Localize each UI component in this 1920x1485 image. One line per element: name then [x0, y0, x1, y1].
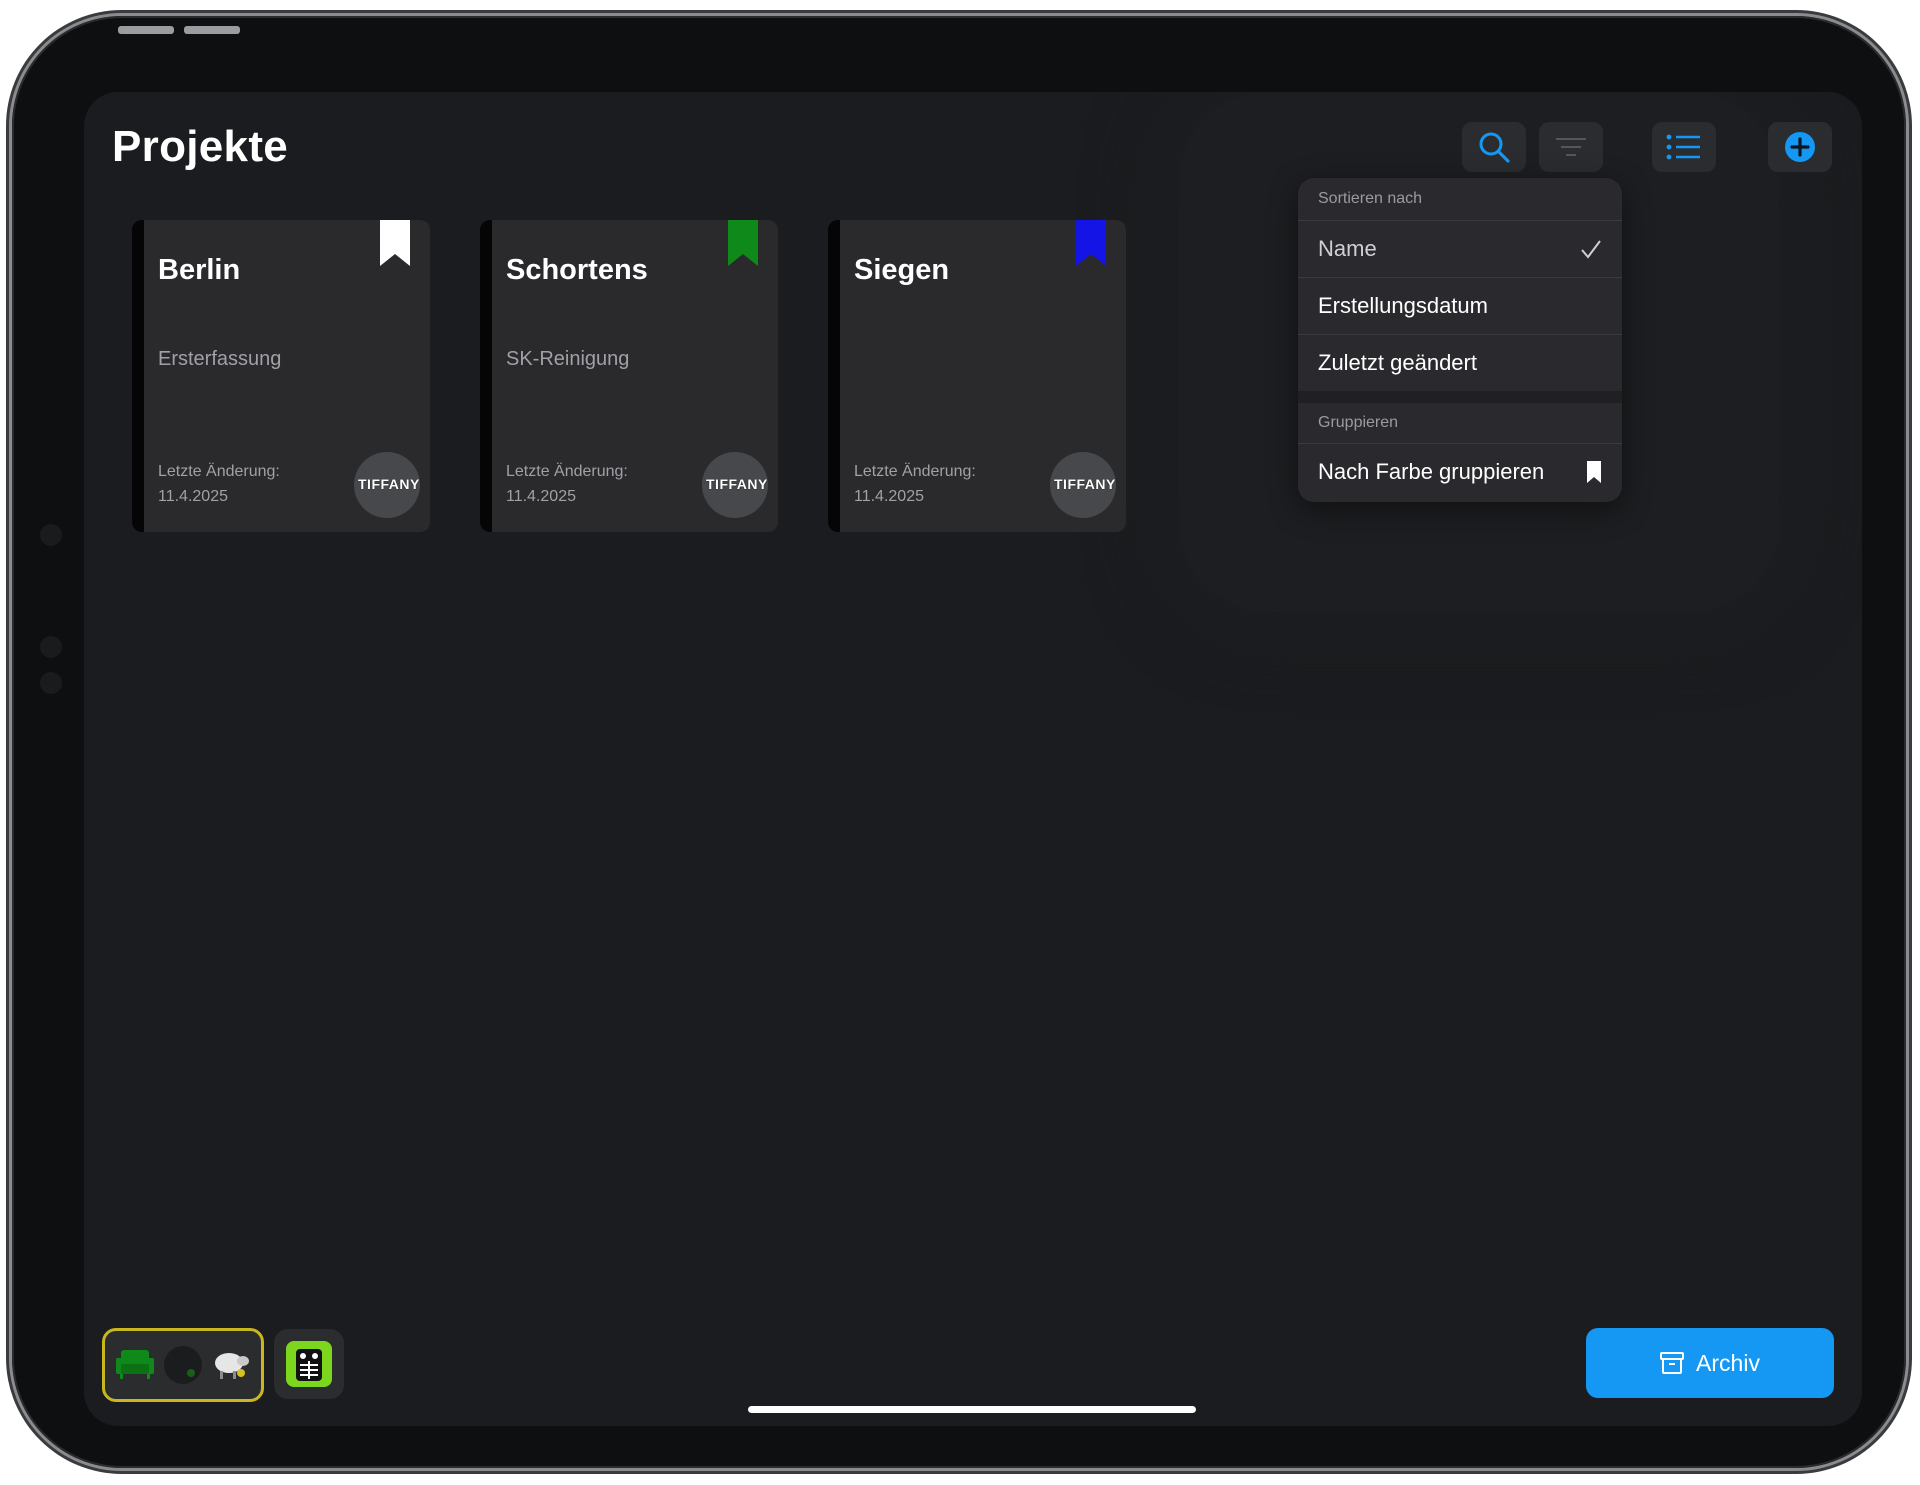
sort-menu: Sortieren nach Name Erstellungsdatum Zul… [1298, 178, 1622, 502]
menu-divider [1298, 391, 1622, 403]
modified-date: 11.4.2025 [158, 488, 228, 505]
sort-lines-icon [1556, 138, 1586, 156]
app-icon[interactable] [274, 1329, 344, 1399]
green-sofa-icon [116, 1350, 154, 1379]
ipad-frame: Projekte Berlin Ersterfassung Letzte Änd… [12, 16, 1906, 1468]
app-screen: Projekte Berlin Ersterfassung Letzte Änd… [84, 92, 1862, 1426]
plus-circle-icon [1785, 132, 1815, 162]
sort-option-modified[interactable]: Zuletzt geändert [1298, 334, 1622, 391]
modified-label: Letzte Änderung: [506, 463, 628, 480]
sheep-icon [215, 1353, 249, 1379]
tiffany-logo: TIFFANY [702, 452, 768, 518]
search-icon [1479, 132, 1510, 163]
dark-circle-icon [164, 1346, 202, 1384]
bookmark-icon [1076, 220, 1106, 266]
bookmark-icon [728, 220, 758, 266]
project-card-berlin[interactable]: Berlin Ersterfassung Letzte Änderung: 11… [132, 220, 430, 532]
home-indicator[interactable] [748, 1406, 1196, 1413]
archive-button[interactable]: Archiv [1586, 1328, 1834, 1398]
modified-date: 11.4.2025 [506, 488, 576, 505]
modified-label: Letzte Änderung: [854, 463, 976, 480]
tiffany-logo: TIFFANY [354, 452, 420, 518]
checkmark-icon [1581, 240, 1601, 259]
modified-date: 11.4.2025 [854, 488, 924, 505]
group-by-color-option[interactable]: Nach Farbe gruppieren [1298, 443, 1622, 500]
volume-button [118, 26, 174, 34]
sort-header: Sortieren nach [1318, 190, 1423, 207]
archive-label: Archiv [1696, 1349, 1760, 1376]
green-robot-icon [286, 1341, 332, 1387]
camera-dot [40, 524, 62, 546]
group-header: Gruppieren [1318, 414, 1399, 431]
project-subtitle: Ersterfassung [158, 348, 282, 370]
list-bullets-icon [1666, 134, 1700, 160]
add-project-button[interactable] [1768, 122, 1832, 172]
project-name: Schortens [506, 254, 648, 286]
project-card-schortens[interactable]: Schortens SK-Reinigung Letzte Änderung: … [480, 220, 778, 532]
app-group[interactable] [102, 1328, 264, 1402]
project-name: Siegen [854, 254, 950, 286]
search-button[interactable] [1462, 122, 1526, 172]
project-name: Berlin [158, 254, 241, 286]
sort-option-created[interactable]: Erstellungsdatum [1298, 277, 1622, 334]
camera-dot [40, 672, 62, 694]
sort-option-name[interactable]: Name [1298, 220, 1622, 277]
tiffany-logo: TIFFANY [1050, 452, 1116, 518]
page-title: Projekte [112, 122, 289, 171]
project-card-siegen[interactable]: Siegen Letzte Änderung: 11.4.2025 TIFFAN… [828, 220, 1126, 532]
bookmark-icon [1587, 461, 1601, 483]
camera-dot [40, 636, 62, 658]
volume-button [184, 26, 240, 34]
modified-label: Letzte Änderung: [158, 463, 280, 480]
project-subtitle: SK-Reinigung [506, 348, 630, 370]
archive-box-icon [1660, 1352, 1685, 1374]
bookmark-icon [380, 220, 410, 266]
list-view-button[interactable] [1652, 122, 1716, 172]
sort-button[interactable] [1539, 122, 1603, 172]
